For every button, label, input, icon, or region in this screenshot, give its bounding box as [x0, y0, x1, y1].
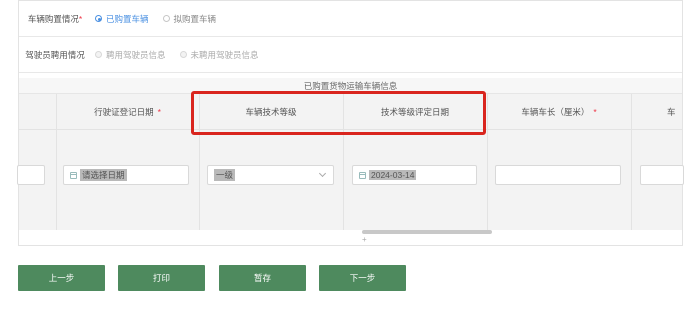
grade-date-picker[interactable]: 2024-03-14	[352, 165, 477, 185]
column-header-partial: 车	[667, 107, 676, 117]
horizontal-scrollbar[interactable]	[362, 230, 492, 234]
tech-grade-select[interactable]: 一级	[207, 165, 334, 185]
vehicle-grid: 行驶证登记日期 * 车辆技术等级 技术等级评定日期 车辆车长（厘米） * 车 请选择…	[17, 94, 684, 230]
save-draft-button[interactable]: 暂存	[219, 265, 306, 291]
application-form: 车辆购置情况* 已购置车辆 拟购置车辆 驾驶员聘用情况 聘用驾驶员信息 未聘用驾…	[17, 0, 684, 246]
calendar-icon	[359, 171, 366, 179]
prev-step-button[interactable]: 上一步	[18, 265, 105, 291]
section-title: 已购置货物运输车辆信息	[19, 78, 682, 94]
radio-dot-icon	[95, 51, 102, 58]
radio-dot-icon	[162, 15, 170, 22]
radio-not-hired-driver[interactable]: 未聘用驾驶员信息	[179, 49, 259, 61]
column-header-length: 车辆车长（厘米） *	[521, 107, 597, 117]
calendar-icon	[70, 171, 77, 179]
cut-off-input[interactable]	[17, 165, 45, 185]
vehicle-purchase-row: 车辆购置情况* 已购置车辆 拟购置车辆	[19, 1, 682, 37]
vehicle-purchase-radio-group: 已购置车辆 拟购置车辆	[91, 13, 216, 25]
print-button[interactable]: 打印	[118, 265, 205, 291]
column-header-grade-date: 技术等级评定日期	[380, 107, 449, 117]
radio-planned-vehicle[interactable]: 拟购置车辆	[162, 13, 216, 25]
vehicle-purchase-label: 车辆购置情况*	[27, 13, 83, 24]
vehicle-length-input[interactable]	[495, 165, 621, 185]
plus-icon: +	[362, 235, 367, 244]
reg-date-picker[interactable]: 请选择日期	[63, 165, 189, 185]
column-header-reg-date: 行驶证登记日期 *	[94, 107, 161, 117]
radio-purchased-vehicle[interactable]: 已购置车辆	[95, 13, 149, 25]
driver-hire-radio-group: 聘用驾驶员信息 未聘用驾驶员信息	[91, 49, 259, 61]
radio-dot-icon	[179, 51, 187, 58]
cut-off-input-right[interactable]	[640, 165, 684, 185]
radio-hired-driver[interactable]: 聘用驾驶员信息	[95, 49, 166, 61]
chevron-down-icon	[318, 169, 327, 178]
driver-hire-label: 驾驶员聘用情况	[25, 49, 85, 60]
next-step-button[interactable]: 下一步	[319, 265, 406, 291]
driver-hire-row: 驾驶员聘用情况 聘用驾驶员信息 未聘用驾驶员信息	[19, 37, 682, 73]
column-header-tech-grade: 车辆技术等级	[245, 107, 297, 117]
radio-dot-checked-icon	[95, 15, 102, 22]
